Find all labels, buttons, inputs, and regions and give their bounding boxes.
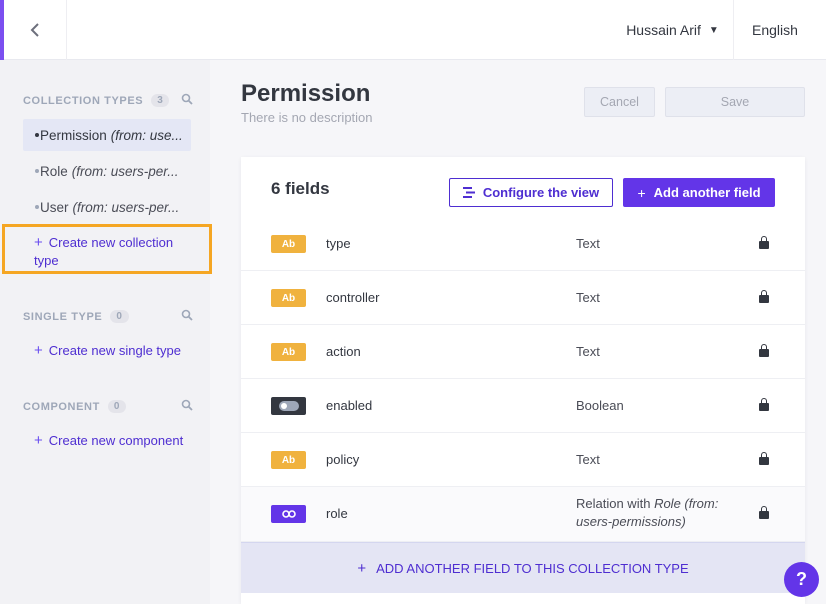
button-label: Add another field [653, 185, 761, 200]
field-row-controller[interactable]: Ab controller Text [241, 271, 805, 325]
field-type: Text [576, 344, 600, 359]
user-menu[interactable]: Hussain Arif ▼ [612, 0, 734, 60]
item-source: (from: users-per... [71, 163, 179, 179]
count-badge: 0 [107, 400, 127, 413]
field-row-policy[interactable]: Ab policy Text [241, 433, 805, 487]
item-name: Role [40, 163, 68, 179]
back-button[interactable] [4, 0, 67, 60]
plus-icon: + [34, 342, 43, 359]
field-name: action [326, 344, 361, 359]
field-type: Boolean [576, 398, 624, 413]
button-label: ADD ANOTHER FIELD TO THIS COLLECTION TYP… [376, 560, 689, 576]
lock-icon [759, 290, 769, 304]
text-type-icon: Ab [271, 235, 306, 253]
plus-icon: + [637, 184, 646, 201]
boolean-type-icon [271, 397, 306, 415]
lock-icon [759, 452, 769, 466]
bullet-icon [35, 133, 39, 137]
accent-strip [0, 0, 4, 60]
link-icon [271, 505, 306, 523]
field-row-action[interactable]: Ab action Text [241, 325, 805, 379]
top-bar: Hussain Arif ▼ English [0, 0, 826, 60]
field-name: policy [326, 452, 360, 467]
toggle-icon [278, 401, 299, 411]
field-row-enabled[interactable]: enabled Boolean [241, 379, 805, 433]
page-title: Permission [241, 80, 371, 107]
chevron-left-icon [30, 23, 39, 37]
item-name: User [40, 199, 69, 215]
link-label: Create new single type [48, 343, 182, 358]
field-type: Text [576, 236, 600, 251]
search-icon[interactable] [181, 93, 193, 108]
single-type-heading: SINGLE TYPE 0 [23, 309, 193, 324]
section-title: COMPONENT [23, 400, 100, 413]
add-field-to-collection-button[interactable]: + ADD ANOTHER FIELD TO THIS COLLECTION T… [241, 542, 805, 593]
text-type-icon: Ab [271, 343, 306, 361]
lock-icon [759, 506, 769, 520]
collection-types-heading: COLLECTION TYPES 3 [23, 93, 193, 108]
page-description: There is no description [241, 110, 373, 125]
count-badge: 0 [110, 310, 129, 323]
section-title: COLLECTION TYPES [23, 94, 144, 107]
link-label: Create new component [48, 433, 184, 448]
lock-icon [759, 236, 769, 250]
plus-icon: + [357, 559, 367, 577]
caret-down-icon: ▼ [708, 24, 719, 36]
field-name: controller [326, 290, 380, 305]
text-type-icon: Ab [271, 289, 306, 307]
field-name: enabled [326, 398, 373, 413]
component-heading: COMPONENT 0 [23, 399, 193, 414]
field-type: Text [576, 452, 600, 467]
relation-source: users-permissions) [576, 514, 686, 529]
bullet-icon [35, 205, 39, 209]
field-type: Text [576, 290, 600, 305]
field-name: role [326, 506, 348, 521]
list-settings-icon [462, 187, 475, 198]
fields-count: 6 fields [271, 179, 330, 198]
section-title: SINGLE TYPE [23, 310, 103, 323]
count-badge: 3 [151, 94, 170, 107]
text-type-icon: Ab [271, 451, 306, 469]
create-single-type-link[interactable]: + Create new single type [34, 342, 181, 360]
relation-prefix: Relation with [576, 496, 651, 511]
relation-target: Role (from: [654, 496, 719, 511]
button-label: Configure the view [482, 185, 600, 200]
cancel-button[interactable]: Cancel [584, 87, 655, 117]
bullet-icon [35, 169, 39, 173]
fields-card: 6 fields Configure the view + Add anothe… [241, 157, 805, 604]
help-button[interactable]: ? [784, 562, 819, 597]
lock-icon [759, 344, 769, 358]
item-name: Permission [40, 127, 107, 143]
sidebar-item-user[interactable]: User (from: users-per... [23, 191, 191, 223]
user-name: Hussain Arif [626, 22, 701, 38]
field-row-role[interactable]: role Relation with Role (from: users-per… [241, 487, 805, 542]
field-name: type [326, 236, 351, 251]
field-type: Relation with Role (from: users-permissi… [576, 495, 718, 531]
field-row-type[interactable]: Ab type Text [241, 217, 805, 271]
search-icon[interactable] [181, 309, 193, 324]
create-component-link[interactable]: + Create new component [34, 432, 183, 450]
lock-icon [759, 398, 769, 412]
search-icon[interactable] [181, 399, 193, 414]
save-button[interactable]: Save [665, 87, 805, 117]
item-source: (from: users-per... [72, 199, 180, 215]
plus-icon: + [34, 432, 43, 449]
item-source: (from: use... [110, 127, 183, 143]
highlight-box [2, 224, 212, 274]
add-another-field-button[interactable]: + Add another field [623, 178, 775, 207]
configure-view-button[interactable]: Configure the view [449, 178, 613, 207]
sidebar-item-role[interactable]: Role (from: users-per... [23, 155, 191, 187]
language-selector[interactable]: English [752, 0, 798, 60]
sidebar-item-permission[interactable]: Permission (from: use... [23, 119, 191, 151]
